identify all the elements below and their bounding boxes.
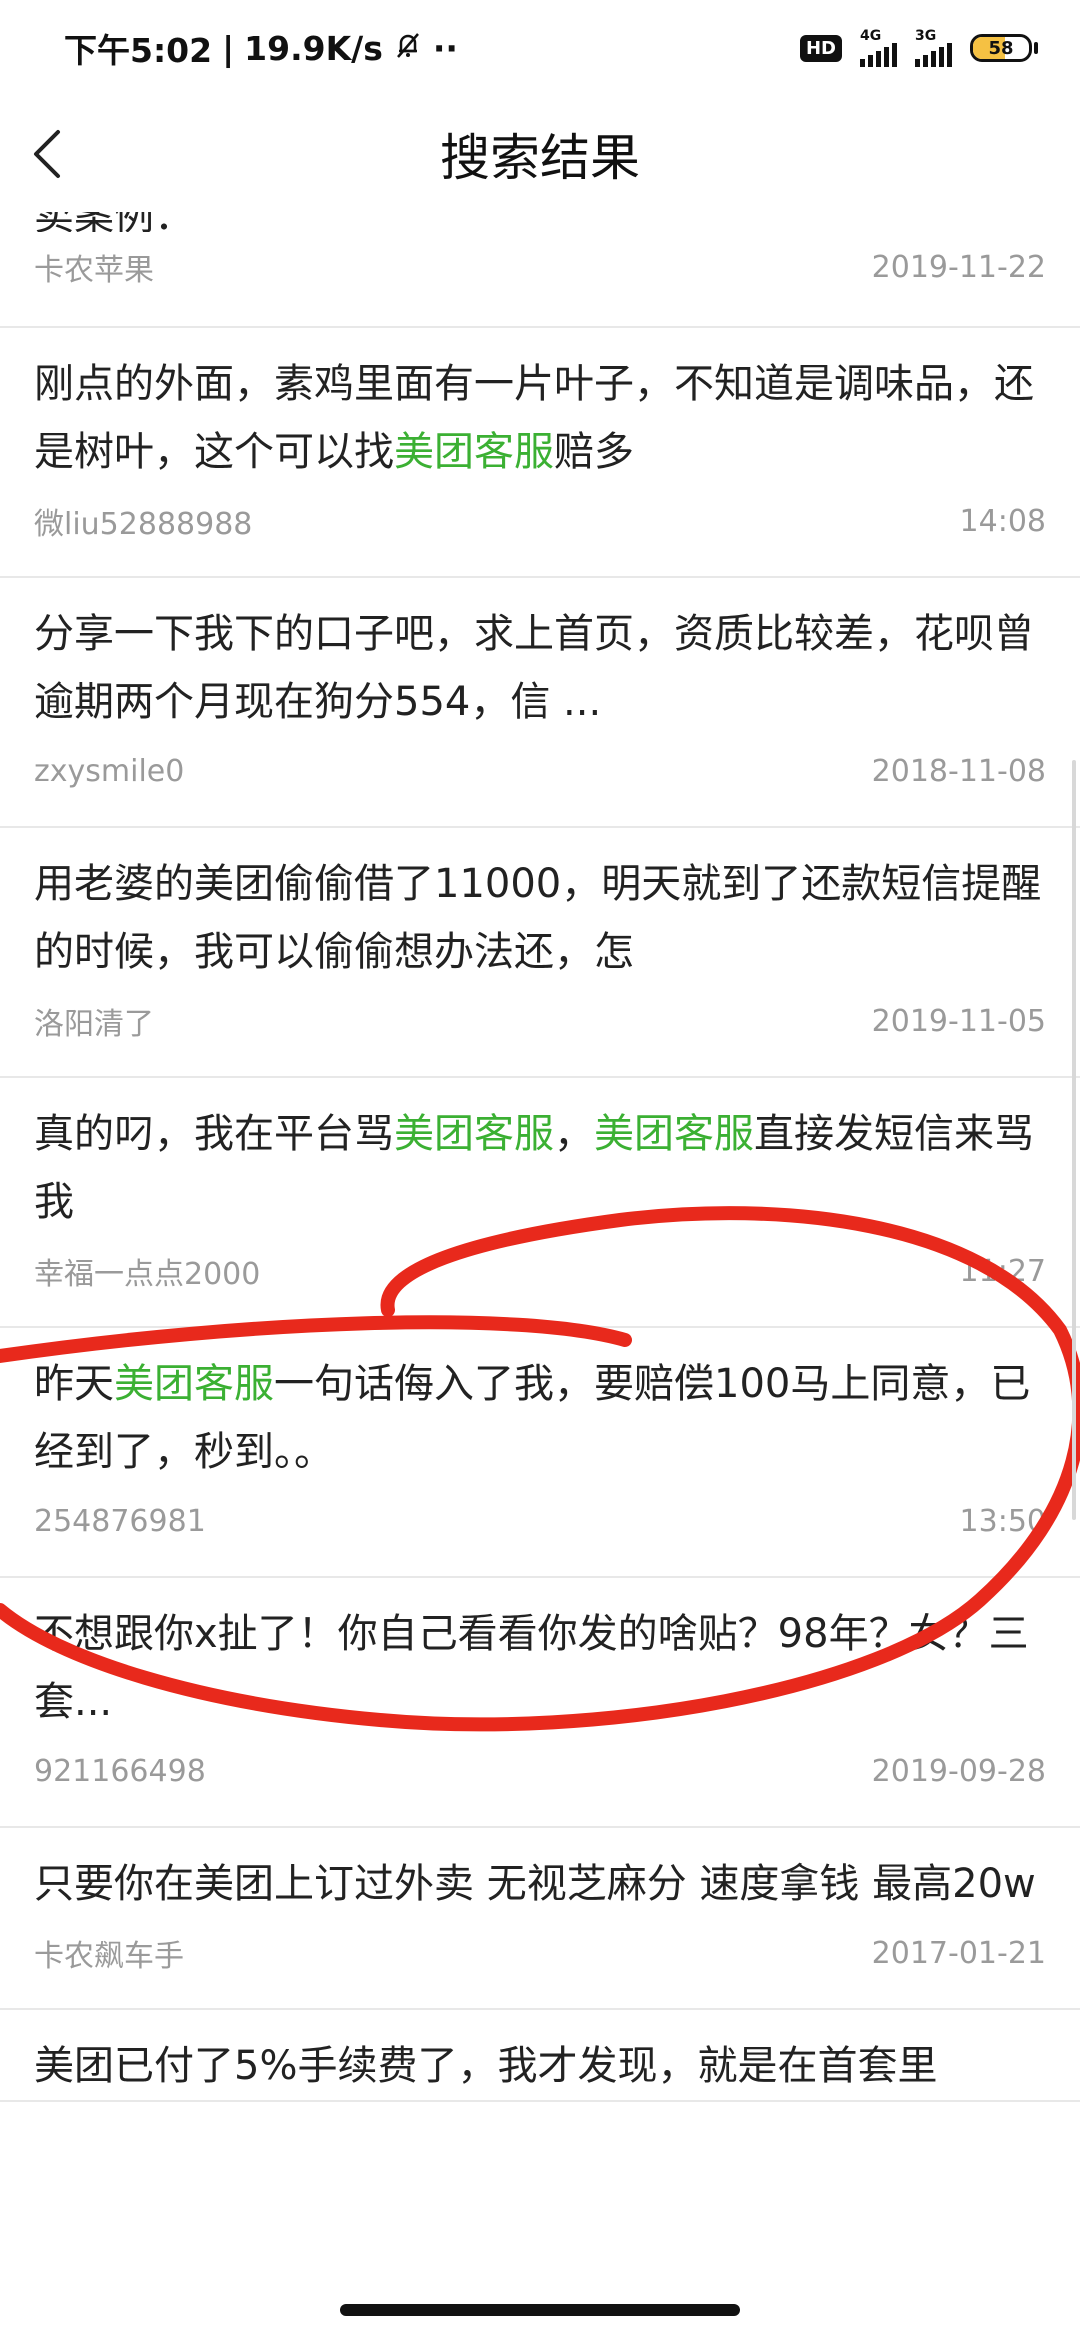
result-date: 13:50	[959, 1503, 1046, 1539]
result-meta: 254876981 13:50	[34, 1486, 1046, 1576]
signal-3g-label: 3G	[915, 28, 937, 44]
result-item[interactable]: 刚点的外面，素鸡里面有一片叶子，不知道是调味品，还是树叶，这个可以找美团客服赔多…	[0, 328, 1080, 578]
result-date: 14:08	[959, 503, 1046, 539]
result-title: 刚点的外面，素鸡里面有一片叶子，不知道是调味品，还是树叶，这个可以找美团客服赔多	[34, 328, 1046, 486]
search-results-list[interactable]: 卖案例： 卡农苹果 2019-11-22 刚点的外面，素鸡里面有一片叶子，不知道…	[0, 212, 1080, 2340]
result-meta: 幸福一点点2000 11:27	[34, 1236, 1046, 1326]
scrollbar[interactable]	[1072, 760, 1076, 1520]
title-text: ，	[554, 1111, 594, 1157]
battery-icon: 58	[970, 34, 1032, 62]
result-meta: 卡农苹果 2019-11-22	[34, 232, 1046, 326]
result-meta: 洛阳清了 2019-11-05	[34, 986, 1046, 1076]
keyword-highlight: 美团客服	[594, 1111, 754, 1157]
result-meta: 微liu52888988 14:08	[34, 486, 1046, 576]
result-date: 2018-11-08	[871, 753, 1046, 789]
result-author: 卡农苹果	[34, 253, 154, 288]
status-left: 下午5:02 | 19.9K/s ··	[64, 24, 458, 72]
result-item[interactable]: 真的叼，我在平台骂美团客服，美团客服直接发短信来骂我 幸福一点点2000 11:…	[0, 1078, 1080, 1328]
result-author: 幸福一点点2000	[34, 1257, 261, 1292]
signal-4g: 4G	[860, 29, 897, 67]
back-button[interactable]	[18, 124, 78, 184]
more-dots-icon: ··	[432, 28, 458, 68]
result-author: 254876981	[34, 1503, 206, 1539]
keyword-highlight: 美团客服	[114, 1361, 274, 1407]
result-item[interactable]: 只要你在美团上订过外卖 无视芝麻分 速度拿钱 最高20w 卡农飙车手 2017-…	[0, 1828, 1080, 2010]
signal-3g: 3G	[915, 29, 952, 67]
title-text: 昨天	[34, 1361, 114, 1407]
battery-level: 58	[988, 37, 1014, 59]
result-item[interactable]: 卖案例： 卡农苹果 2019-11-22	[0, 212, 1080, 328]
result-title: 分享一下我下的口子吧，求上首页，资质比较差，花呗曾逾期两个月现在狗分554，信 …	[34, 611, 1034, 725]
network-speed: 19.9K/s	[244, 28, 383, 68]
battery-tip	[1034, 42, 1038, 54]
result-item[interactable]: 昨天美团客服一句话侮入了我，要赔偿100马上同意，已经到了，秒到。。 25487…	[0, 1328, 1080, 1578]
title-text: 赔多	[554, 429, 634, 475]
result-author: 微liu52888988	[34, 507, 253, 542]
status-time: 下午5:02	[64, 31, 213, 70]
mute-bell-icon	[393, 29, 423, 68]
result-meta: zxysmile0 2018-11-08	[34, 736, 1046, 826]
keyword-highlight: 美团客服	[394, 429, 554, 475]
keyword-highlight: 美团客服	[394, 1111, 554, 1157]
result-item[interactable]: 用老婆的美团偷偷借了11000，明天就到了还款短信提醒的时候，我可以偷偷想办法还…	[0, 828, 1080, 1078]
result-author: 921166498	[34, 1753, 206, 1789]
result-date: 2017-01-21	[871, 1935, 1046, 1971]
result-title: 卖案例：	[34, 212, 1046, 232]
result-date: 11:27	[959, 1253, 1046, 1289]
result-item[interactable]: 不想跟你x扯了！你自己看看你发的啥贴？98年？女？三套... 921166498…	[0, 1578, 1080, 1828]
result-title: 不想跟你x扯了！你自己看看你发的啥贴？98年？女？三套...	[34, 1611, 1029, 1725]
nav-bar: 搜索结果	[0, 96, 1080, 212]
result-date: 2019-11-22	[871, 249, 1046, 285]
title-text: 真的叼，我在平台骂	[34, 1111, 394, 1157]
result-title: 美团已付了5%手续费了，我才发现，就是在首套里	[34, 2043, 938, 2089]
result-meta: 921166498 2019-09-28	[34, 1736, 1046, 1826]
signal-bars-icon	[915, 43, 952, 67]
chevron-left-icon	[34, 130, 60, 178]
status-bar: 下午5:02 | 19.9K/s ·· HD 4G 3G 58	[0, 0, 1080, 96]
result-meta: 卡农飙车手 2017-01-21	[34, 1918, 1046, 2008]
home-indicator[interactable]	[340, 2304, 740, 2316]
status-right: HD 4G 3G 58	[799, 29, 1038, 67]
signal-4g-label: 4G	[860, 28, 882, 44]
result-title: 真的叼，我在平台骂美团客服，美团客服直接发短信来骂我	[34, 1078, 1046, 1236]
result-title: 用老婆的美团偷偷借了11000，明天就到了还款短信提醒的时候，我可以偷偷想办法还…	[34, 861, 1042, 975]
result-date: 2019-11-05	[871, 1003, 1046, 1039]
result-item[interactable]: 美团已付了5%手续费了，我才发现，就是在首套里	[0, 2010, 1080, 2102]
result-title: 只要你在美团上订过外卖 无视芝麻分 速度拿钱 最高20w	[34, 1861, 1036, 1907]
hd-badge: HD	[799, 34, 842, 62]
result-date: 2019-09-28	[871, 1753, 1046, 1789]
result-author: 卡农飙车手	[34, 1939, 184, 1974]
signal-bars-icon	[860, 43, 897, 67]
status-divider: |	[222, 28, 235, 68]
result-item[interactable]: 分享一下我下的口子吧，求上首页，资质比较差，花呗曾逾期两个月现在狗分554，信 …	[0, 578, 1080, 828]
result-author: 洛阳清了	[34, 1007, 154, 1042]
page-title: 搜索结果	[440, 129, 640, 187]
result-author: zxysmile0	[34, 753, 185, 789]
result-title: 昨天美团客服一句话侮入了我，要赔偿100马上同意，已经到了，秒到。。	[34, 1328, 1046, 1486]
